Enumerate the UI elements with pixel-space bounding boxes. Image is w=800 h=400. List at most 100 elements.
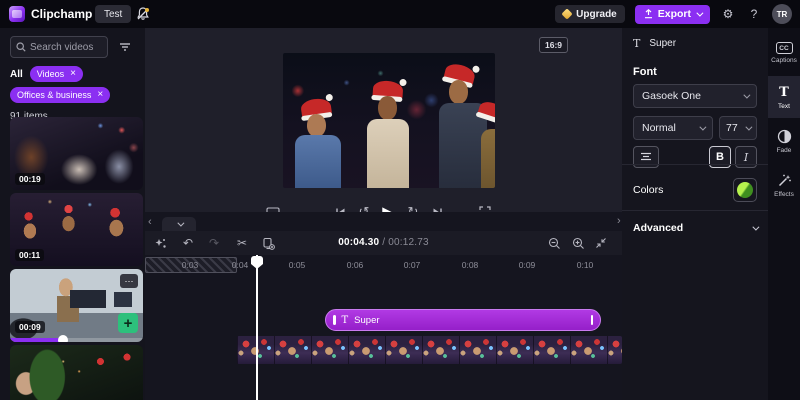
align-center-icon: [640, 152, 652, 162]
export-label: Export: [658, 8, 691, 20]
rail-item-label: Text: [778, 103, 790, 110]
preview-area: 16:9: [145, 28, 622, 212]
timeline-tracks: T Super: [145, 277, 622, 400]
font-family-select[interactable]: Gasoek One: [633, 84, 757, 108]
more-options-icon[interactable]: ⋯: [120, 274, 138, 288]
filter-all-option[interactable]: All: [10, 69, 23, 80]
filter-chip-offices[interactable]: Offices & business ×: [10, 87, 110, 103]
project-title-button[interactable]: Test: [95, 5, 131, 23]
duration-badge: 00:11: [15, 249, 44, 261]
zoom-to-fit-icon[interactable]: [592, 235, 610, 251]
notifications-muted-icon[interactable]: [135, 6, 151, 22]
ruler-label: 0:08: [462, 260, 479, 270]
ruler-label: 0:10: [577, 260, 594, 270]
upgrade-label: Upgrade: [576, 9, 617, 20]
ruler-label: 0:07: [404, 260, 421, 270]
tab-captions[interactable]: CC Captions: [768, 32, 800, 74]
playhead[interactable]: [256, 255, 258, 400]
chevron-down-icon: [177, 219, 184, 226]
font-weight-select[interactable]: Normal: [633, 116, 713, 140]
ruler-label: 0:03: [182, 260, 199, 270]
filter-chip-videos[interactable]: Videos ×: [30, 66, 83, 82]
gem-icon: [562, 8, 573, 19]
text-clip[interactable]: T Super: [325, 309, 601, 331]
trim-handle-left[interactable]: [333, 315, 336, 325]
rail-item-label: Captions: [771, 57, 797, 64]
zoom-in-icon[interactable]: [569, 235, 587, 251]
search-input[interactable]: [30, 42, 102, 53]
advanced-label: Advanced: [633, 222, 683, 234]
scrubber-knob[interactable]: [58, 335, 68, 342]
aspect-ratio-badge[interactable]: 16:9: [539, 37, 568, 53]
total-time: 00:12.73: [388, 237, 429, 248]
search-box[interactable]: [10, 36, 108, 58]
close-icon[interactable]: ×: [70, 71, 76, 77]
settings-icon[interactable]: ⚙: [720, 7, 736, 21]
font-family-value: Gasoek One: [642, 90, 701, 102]
rail-item-label: Fade: [777, 147, 792, 154]
font-size-select[interactable]: 77: [719, 116, 757, 140]
search-icon: [16, 42, 26, 52]
current-time: 00:04.30: [338, 237, 379, 248]
clipchamp-app: Clipchamp Test Upgrade Export ⚙ ? TR: [0, 0, 800, 400]
color-swatch-button[interactable]: [733, 178, 757, 202]
ruler-label: 0:04: [232, 260, 249, 270]
clipchamp-logo-icon[interactable]: [9, 6, 25, 22]
chevron-down-icon: [745, 123, 752, 130]
rail-item-label: Effects: [774, 191, 794, 198]
chevron-down-icon: [743, 91, 750, 98]
chevron-down-icon: [699, 123, 706, 130]
help-icon[interactable]: ?: [746, 7, 762, 21]
ruler-label: 0:06: [347, 260, 364, 270]
font-section-label: Font: [633, 66, 657, 78]
tools-rail: CC Captions T Text Fade Effects: [768, 28, 800, 400]
font-weight-value: Normal: [642, 122, 676, 134]
green-color-swatch: [737, 182, 753, 198]
video-thumbnail[interactable]: [10, 345, 143, 400]
video-thumbnail[interactable]: 00:11: [10, 193, 143, 266]
text-properties-panel: T Super Font Gasoek One Normal 77 B I Co…: [622, 28, 768, 400]
media-sidebar: All Videos × Offices & business × 91 ite…: [0, 28, 145, 400]
text-clip-icon: T: [342, 315, 349, 326]
tab-fade[interactable]: Fade: [768, 120, 800, 162]
ruler-label: 0:09: [519, 260, 536, 270]
export-button[interactable]: Export: [635, 5, 710, 24]
colors-label: Colors: [633, 184, 663, 196]
tab-effects[interactable]: Effects: [768, 164, 800, 206]
trim-handle-right[interactable]: [591, 315, 594, 325]
ruler-label: 0:05: [289, 260, 306, 270]
timeline-toolbar: ↶ ↷ ✂ 00:04.30 / 00:12.73: [145, 231, 622, 255]
video-thumbnail[interactable]: 00:19: [10, 117, 143, 190]
font-size-value: 77: [726, 122, 738, 134]
chevron-down-icon: [696, 9, 703, 16]
timeline-ruler[interactable]: 0:03 0:04 0:05 0:06 0:07 0:08 0:09 0:10: [145, 255, 622, 277]
chevron-down-icon: [752, 223, 759, 230]
filter-icon: [119, 42, 131, 52]
zoom-out-icon[interactable]: [545, 235, 563, 251]
filter-button[interactable]: [114, 36, 135, 58]
expand-right-icon[interactable]: ›: [617, 215, 621, 227]
user-avatar[interactable]: TR: [772, 4, 792, 24]
video-clip[interactable]: [237, 336, 622, 364]
upgrade-button[interactable]: Upgrade: [555, 5, 625, 23]
captions-icon: CC: [776, 42, 793, 54]
text-clip-label: Super: [354, 315, 379, 326]
panel-header-title: Super: [649, 38, 676, 49]
timeline-tab[interactable]: [162, 217, 196, 231]
advanced-section-toggle[interactable]: Advanced: [633, 222, 757, 234]
video-thumbnail[interactable]: 00:09 ⋯ +: [10, 269, 143, 342]
time-separator: /: [379, 237, 388, 248]
duration-badge: 00:09: [15, 321, 45, 333]
preview-scrubber[interactable]: [10, 338, 143, 342]
close-icon[interactable]: ×: [97, 92, 103, 98]
chip-label: Offices & business: [17, 90, 91, 100]
duration-badge: 00:19: [15, 173, 45, 185]
chip-label: Videos: [37, 69, 64, 79]
collapse-left-icon[interactable]: ‹: [148, 216, 152, 228]
video-preview[interactable]: [283, 53, 495, 188]
timeline: ‹ › ↶ ↷ ✂ 00:04.30 / 00:12.73: [145, 212, 622, 400]
fade-icon: [777, 129, 792, 144]
tab-text[interactable]: T Text: [768, 76, 800, 118]
export-icon: [644, 9, 653, 19]
add-to-timeline-icon[interactable]: +: [118, 313, 138, 333]
